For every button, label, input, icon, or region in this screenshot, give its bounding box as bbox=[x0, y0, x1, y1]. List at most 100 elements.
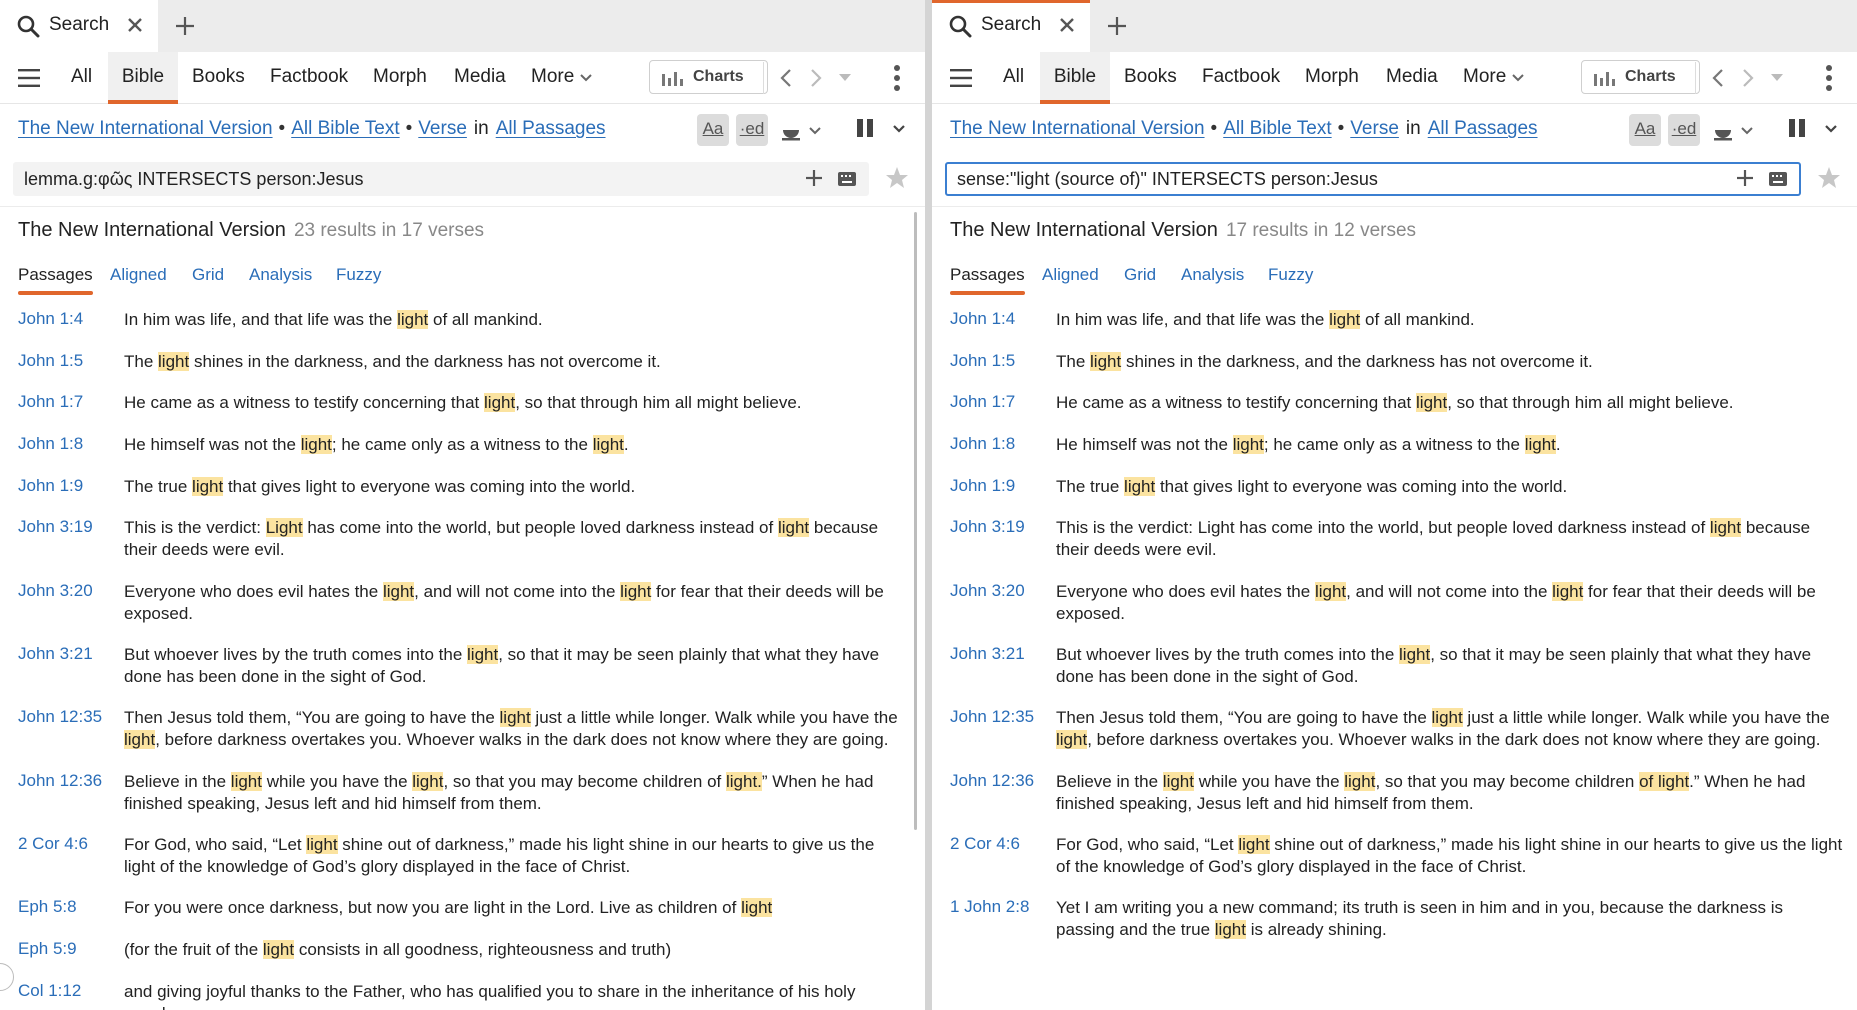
search-hit-highlight[interactable]: light bbox=[1232, 435, 1264, 454]
tab-fuzzy[interactable]: Fuzzy bbox=[336, 265, 381, 285]
search-hit-highlight[interactable]: light bbox=[1314, 582, 1347, 601]
search-options-icon[interactable] bbox=[780, 118, 802, 142]
scrollbar[interactable] bbox=[914, 212, 917, 830]
tab-analysis[interactable]: Analysis bbox=[249, 265, 312, 285]
nav-bible[interactable]: Bible bbox=[108, 52, 178, 104]
tab-search[interactable]: Search bbox=[0, 0, 158, 52]
search-hit-highlight[interactable]: light bbox=[467, 645, 499, 664]
nav-bible[interactable]: Bible bbox=[1040, 52, 1110, 104]
search-hit-highlight[interactable]: light bbox=[397, 310, 429, 329]
tab-grid[interactable]: Grid bbox=[192, 265, 224, 285]
back-arrow-icon[interactable] bbox=[1712, 68, 1724, 88]
version-link[interactable]: The New International Version bbox=[950, 118, 1205, 139]
tab-aligned[interactable]: Aligned bbox=[110, 265, 167, 285]
search-hit-highlight[interactable]: light bbox=[741, 898, 773, 917]
charts-button[interactable]: Charts bbox=[649, 60, 768, 94]
back-arrow-icon[interactable] bbox=[780, 68, 792, 88]
verse-reference-link[interactable]: John 1:5 bbox=[950, 351, 1015, 371]
verse-reference-link[interactable]: John 1:4 bbox=[18, 309, 83, 329]
search-hit-highlight[interactable]: light bbox=[1238, 835, 1270, 854]
history-dropdown-icon[interactable] bbox=[839, 74, 851, 82]
search-hit-highlight[interactable]: light bbox=[1524, 435, 1556, 454]
forward-arrow-icon[interactable] bbox=[810, 68, 822, 88]
verse-reference-link[interactable]: John 3:19 bbox=[18, 517, 93, 537]
search-hit-highlight[interactable]: light bbox=[620, 582, 652, 601]
verse-reference-link[interactable]: John 12:35 bbox=[950, 707, 1034, 727]
search-hit-highlight[interactable]: light bbox=[192, 477, 224, 496]
verse-reference-link[interactable]: John 3:19 bbox=[950, 517, 1025, 537]
verse-reference-link[interactable]: John 12:35 bbox=[18, 707, 102, 727]
verse-reference-link[interactable]: John 12:36 bbox=[950, 771, 1034, 791]
search-hit-highlight[interactable]: light bbox=[382, 582, 415, 601]
columns-icon[interactable] bbox=[1788, 118, 1806, 138]
search-hit-highlight[interactable]: light bbox=[484, 393, 516, 412]
search-hit-highlight[interactable]: Light bbox=[265, 518, 303, 537]
search-hit-highlight[interactable]: light bbox=[230, 772, 262, 791]
chevron-down-icon[interactable] bbox=[1825, 125, 1837, 133]
nav-all[interactable]: All bbox=[71, 52, 92, 104]
search-hit-highlight[interactable]: light bbox=[1124, 477, 1156, 496]
nav-media[interactable]: Media bbox=[454, 52, 506, 104]
chevron-down-icon[interactable] bbox=[893, 125, 905, 133]
search-hit-highlight[interactable]: light bbox=[1162, 772, 1194, 791]
verse-reference-link[interactable]: John 1:4 bbox=[950, 309, 1015, 329]
add-term-plus-icon[interactable] bbox=[1735, 168, 1755, 188]
add-term-plus-icon[interactable] bbox=[804, 168, 824, 188]
tab-aligned[interactable]: Aligned bbox=[1042, 265, 1099, 285]
columns-icon[interactable] bbox=[856, 118, 874, 138]
unit-link[interactable]: Verse bbox=[1350, 118, 1399, 139]
new-tab-plus-icon[interactable] bbox=[172, 13, 198, 39]
nav-all[interactable]: All bbox=[1003, 52, 1024, 104]
version-link[interactable]: The New International Version bbox=[18, 118, 273, 139]
verse-reference-link[interactable]: John 1:8 bbox=[18, 434, 83, 454]
search-hit-highlight[interactable]: light bbox=[1329, 310, 1361, 329]
tab-analysis[interactable]: Analysis bbox=[1181, 265, 1244, 285]
search-hit-highlight[interactable]: light bbox=[1399, 645, 1431, 664]
verse-reference-link[interactable]: John 1:8 bbox=[950, 434, 1015, 454]
search-hit-highlight[interactable]: light bbox=[1214, 920, 1246, 939]
menu-icon[interactable] bbox=[950, 68, 972, 88]
tab-fuzzy[interactable]: Fuzzy bbox=[1268, 265, 1313, 285]
nav-media[interactable]: Media bbox=[1386, 52, 1438, 104]
search-hit-highlight[interactable]: of light bbox=[1639, 772, 1690, 791]
search-hit-highlight[interactable]: light bbox=[300, 435, 332, 454]
search-query-input[interactable]: sense:"light (source of)" INTERSECTS per… bbox=[945, 162, 1801, 196]
nav-factbook[interactable]: Factbook bbox=[270, 52, 348, 104]
match-forms-toggle[interactable]: ·ed bbox=[1668, 114, 1700, 146]
nav-books[interactable]: Books bbox=[192, 52, 245, 104]
expand-panel-handle[interactable] bbox=[0, 963, 14, 991]
verse-reference-link[interactable]: Eph 5:8 bbox=[18, 897, 77, 917]
verse-reference-link[interactable]: John 1:9 bbox=[950, 476, 1015, 496]
search-hit-highlight[interactable]: light bbox=[1431, 708, 1463, 727]
chevron-down-icon[interactable] bbox=[1741, 127, 1753, 135]
scope-link[interactable]: All Bible Text bbox=[291, 118, 399, 139]
nav-factbook[interactable]: Factbook bbox=[1202, 52, 1280, 104]
verse-reference-link[interactable]: Col 1:12 bbox=[18, 981, 81, 1001]
verse-reference-link[interactable]: John 1:7 bbox=[18, 392, 83, 412]
unit-link[interactable]: Verse bbox=[418, 118, 467, 139]
search-hit-highlight[interactable]: light bbox=[592, 435, 624, 454]
verse-reference-link[interactable]: John 1:5 bbox=[18, 351, 83, 371]
tab-search[interactable]: Search bbox=[932, 0, 1090, 52]
new-tab-plus-icon[interactable] bbox=[1104, 13, 1130, 39]
close-icon[interactable] bbox=[1056, 14, 1078, 36]
menu-icon[interactable] bbox=[18, 68, 40, 88]
match-forms-toggle[interactable]: ·ed bbox=[736, 114, 768, 146]
search-hit-highlight[interactable]: light bbox=[1090, 352, 1122, 371]
tab-passages[interactable]: Passages bbox=[18, 265, 93, 295]
nav-books[interactable]: Books bbox=[1124, 52, 1177, 104]
search-hit-highlight[interactable]: light bbox=[1344, 772, 1376, 791]
range-link[interactable]: All Passages bbox=[1428, 118, 1538, 139]
nav-morph[interactable]: Morph bbox=[1305, 52, 1359, 104]
verse-reference-link[interactable]: John 3:20 bbox=[18, 581, 93, 601]
kebab-menu-icon[interactable] bbox=[1825, 64, 1833, 92]
tab-grid[interactable]: Grid bbox=[1124, 265, 1156, 285]
search-hit-highlight[interactable]: light bbox=[306, 835, 338, 854]
search-hit-highlight[interactable]: light bbox=[262, 940, 295, 959]
search-hit-highlight[interactable]: light bbox=[499, 708, 531, 727]
charts-button[interactable]: Charts bbox=[1581, 60, 1700, 94]
range-link[interactable]: All Passages bbox=[496, 118, 606, 139]
verse-reference-link[interactable]: John 1:9 bbox=[18, 476, 83, 496]
search-hit-highlight[interactable]: light bbox=[124, 730, 156, 749]
favorite-star-icon[interactable] bbox=[885, 166, 909, 190]
